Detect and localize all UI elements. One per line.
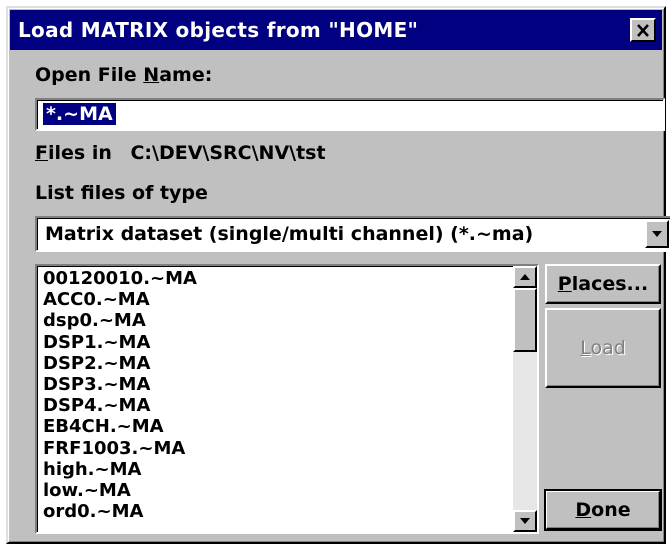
dialog-title: Load MATRIX objects from "HOME" xyxy=(18,18,419,42)
files-in-row: Files in C:\DEV\SRC\NV\tst xyxy=(35,142,326,164)
close-button[interactable] xyxy=(630,18,656,42)
file-type-label: List files of type xyxy=(35,182,208,204)
title-bar[interactable]: Load MATRIX objects from "HOME" xyxy=(10,10,662,50)
file-type-selected: Matrix dataset (single/multi channel) (*… xyxy=(45,223,534,245)
list-item[interactable]: 00120010.~MA xyxy=(43,268,197,289)
scroll-thumb[interactable] xyxy=(513,288,537,352)
list-item[interactable]: ord0.~MA xyxy=(43,501,197,522)
list-item[interactable]: dsp0.~MA xyxy=(43,310,197,331)
list-item[interactable]: low.~MA xyxy=(43,480,197,501)
done-button[interactable]: Done xyxy=(544,489,662,531)
list-item[interactable]: DSP3.~MA xyxy=(43,374,197,395)
load-dialog: Load MATRIX objects from "HOME" Open Fil… xyxy=(6,6,670,544)
list-item[interactable]: EB4CH.~MA xyxy=(43,416,197,437)
dropdown-arrow-button[interactable] xyxy=(645,220,669,248)
open-file-name-label: Open File Name: xyxy=(35,64,213,86)
list-item[interactable]: DSP2.~MA xyxy=(43,353,197,374)
list-item[interactable]: DSP4.~MA xyxy=(43,395,197,416)
chevron-down-icon xyxy=(652,231,662,237)
list-item[interactable]: ACC0.~MA xyxy=(43,289,197,310)
filename-value: *.~MA xyxy=(43,103,116,125)
list-item[interactable]: high.~MA xyxy=(43,459,197,480)
list-item[interactable]: DSP1.~MA xyxy=(43,332,197,353)
scroll-up-button[interactable] xyxy=(513,266,537,288)
files-in-label: Files in xyxy=(35,142,112,164)
places-button[interactable]: Places... xyxy=(545,264,661,304)
file-type-dropdown[interactable]: Matrix dataset (single/multi channel) (*… xyxy=(35,216,670,252)
file-list-items: 00120010.~MA ACC0.~MA dsp0.~MA DSP1.~MA DSP2… xyxy=(43,268,197,522)
file-list-scrollbar[interactable] xyxy=(513,266,537,532)
close-icon xyxy=(637,23,649,37)
scroll-down-button[interactable] xyxy=(513,510,537,532)
current-directory: C:\DEV\SRC\NV\tst xyxy=(130,142,326,164)
arrow-up-icon xyxy=(520,274,530,280)
list-item[interactable]: FRF1003.~MA xyxy=(43,438,197,459)
filename-input[interactable]: *.~MA xyxy=(35,98,665,131)
load-button[interactable]: Load xyxy=(545,308,661,388)
arrow-down-icon xyxy=(520,518,530,524)
file-list[interactable]: 00120010.~MA ACC0.~MA dsp0.~MA DSP1.~MA DSP2… xyxy=(35,264,539,534)
